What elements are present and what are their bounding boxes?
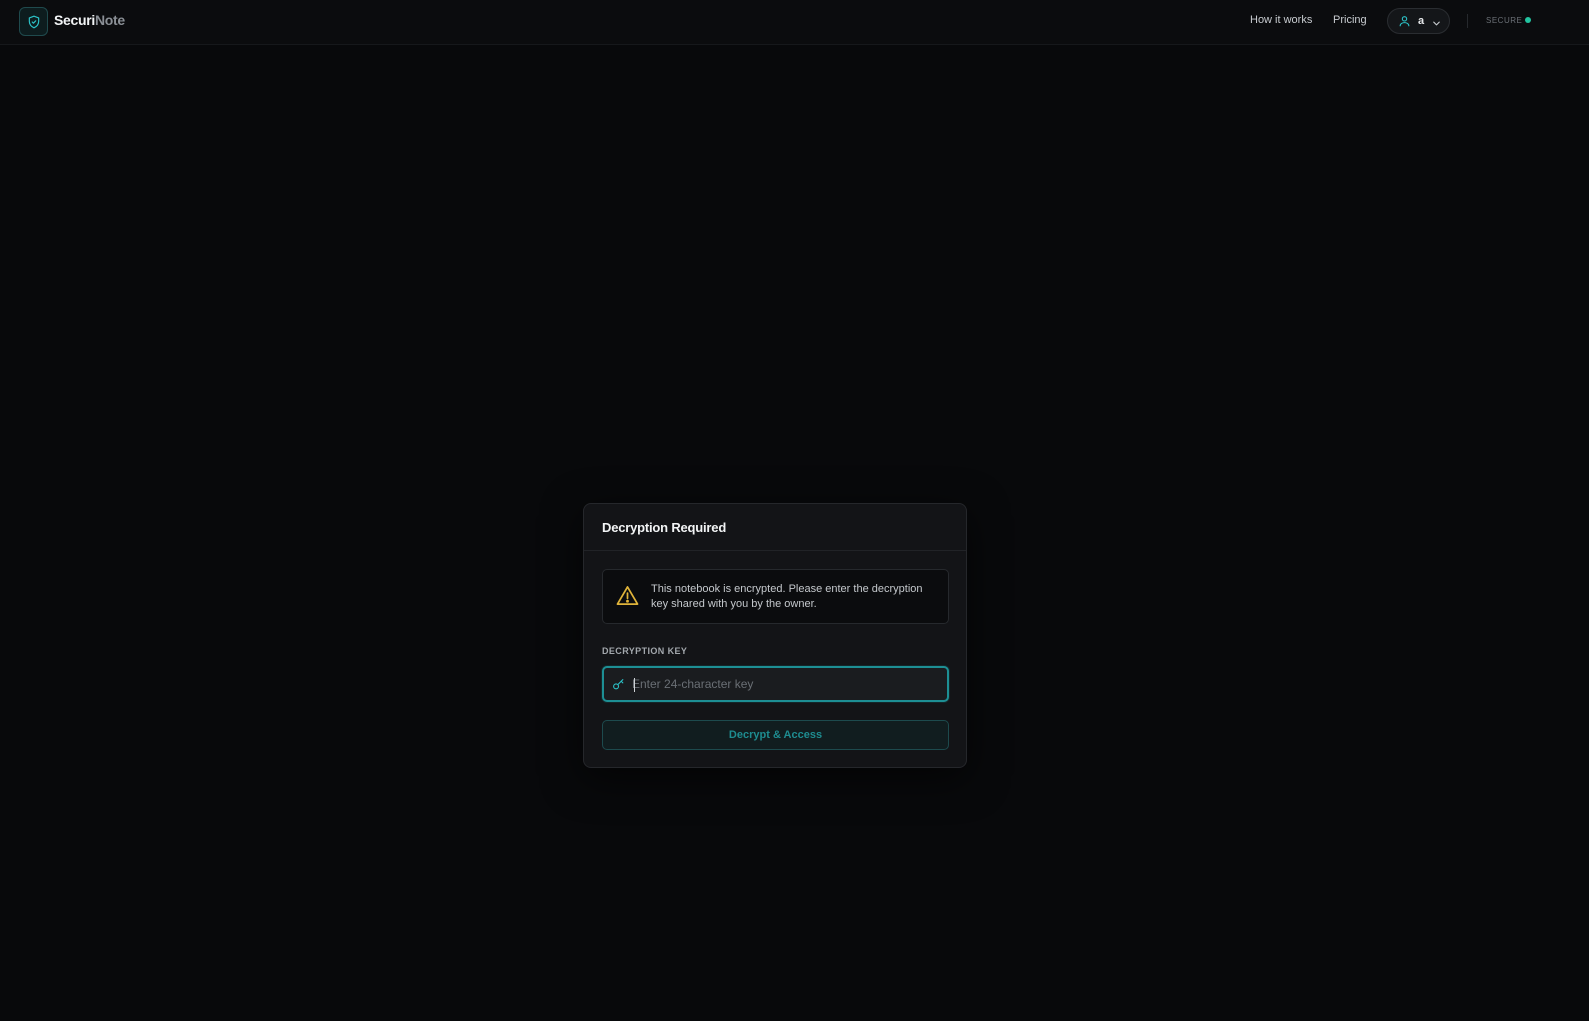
key-icon [612,678,625,696]
dialog-title: Decryption Required [602,520,727,535]
text-cursor [634,678,635,692]
secure-status-label: SECURE [1486,16,1523,25]
user-menu-button[interactable]: a [1387,8,1450,34]
secure-status-dot [1525,17,1531,23]
alert-message: This notebook is encrypted. Please enter… [651,583,923,610]
shield-check-icon[interactable] [19,7,48,36]
dialog-header: Decryption Required [584,504,966,551]
nav-divider [1467,14,1468,28]
warning-triangle-icon [616,585,639,611]
nav-pricing[interactable]: Pricing [1333,14,1367,26]
decryption-dialog: Decryption Required This notebook is enc… [583,503,967,768]
user-icon [1398,14,1411,33]
chevron-down-icon [1431,16,1442,34]
nav-how-it-works[interactable]: How it works [1250,14,1312,26]
encryption-alert: This notebook is encrypted. Please enter… [602,569,949,624]
top-navbar: SecuriNote How it works Pricing a SECURE [0,0,1589,45]
decryption-key-label: DECRYPTION KEY [602,646,688,656]
brand-name-primary: Securi [54,12,95,28]
brand-logo[interactable]: SecuriNote [54,12,125,28]
decryption-key-input[interactable] [632,671,942,697]
user-initial: a [1418,15,1425,27]
decrypt-access-button[interactable]: Decrypt & Access [602,720,949,750]
brand-name-secondary: Note [95,12,125,28]
decryption-key-field[interactable] [602,666,949,702]
